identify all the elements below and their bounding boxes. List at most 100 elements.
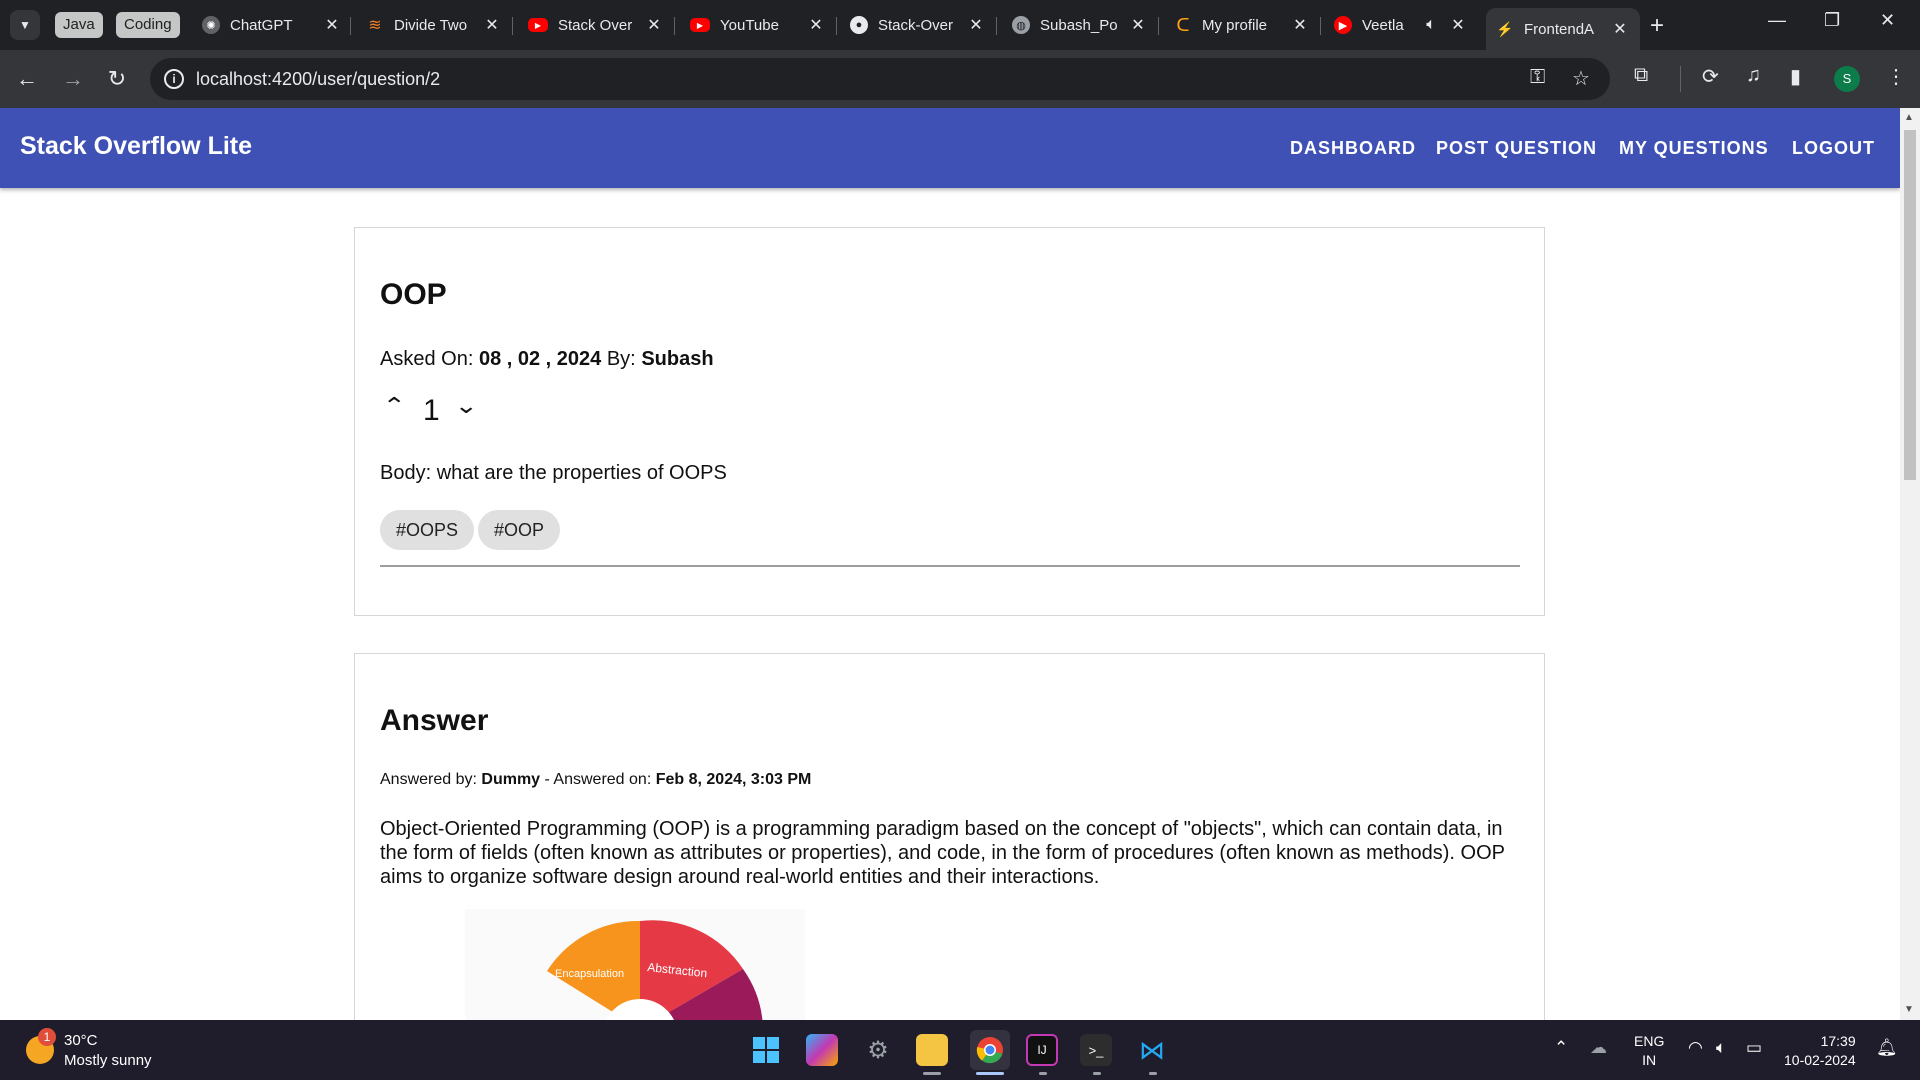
- close-tab-icon[interactable]: ✕: [644, 15, 664, 35]
- github-icon: ●: [850, 16, 868, 34]
- tab-title: Divide Two: [394, 16, 468, 34]
- tab-search-chevron-icon[interactable]: ▼: [10, 10, 40, 40]
- tab-divide-two[interactable]: ≋ Divide Two ✕: [366, 8, 502, 42]
- leetcode-icon: ᑕ: [1176, 14, 1190, 35]
- app-running-indicator: [1039, 1072, 1047, 1075]
- site-info-icon[interactable]: i: [164, 69, 184, 89]
- page-scrollbar[interactable]: ▲ ▼: [1900, 108, 1920, 1020]
- tab-separator: [1158, 17, 1159, 35]
- onedrive-icon[interactable]: ☁: [1590, 1038, 1607, 1058]
- profile-avatar[interactable]: S: [1834, 66, 1860, 92]
- region-code: IN: [1642, 1052, 1657, 1068]
- tab-chatgpt[interactable]: ✺ ChatGPT ✕: [202, 8, 342, 42]
- tab-title: YouTube: [720, 16, 779, 34]
- downvote-chevron-icon[interactable]: ⌄: [454, 393, 478, 419]
- address-bar[interactable]: i localhost:4200/user/question/2 ⚿ ☆: [150, 58, 1610, 100]
- close-tab-icon[interactable]: ✕: [482, 15, 502, 35]
- question-divider: [380, 565, 1520, 567]
- answer-body: Object-Oriented Programming (OOP) is a p…: [380, 818, 1505, 888]
- language-indicator[interactable]: ENG IN: [1634, 1032, 1664, 1070]
- scroll-up-icon[interactable]: ▲: [1904, 112, 1914, 123]
- tab-stack-over-github[interactable]: ● Stack-Over ✕: [850, 8, 986, 42]
- tab-my-profile[interactable]: ᑕ My profile ✕: [1174, 8, 1310, 42]
- clock[interactable]: 17:39 10-02-2024: [1784, 1032, 1856, 1070]
- tab-title: FrontendA: [1524, 20, 1595, 38]
- media-controls-icon[interactable]: ♫: [1746, 64, 1761, 87]
- terminal-icon[interactable]: >_: [1080, 1034, 1112, 1066]
- close-tab-icon[interactable]: ✕: [966, 15, 986, 35]
- intellij-icon[interactable]: IJ: [1026, 1034, 1058, 1066]
- tab-separator: [674, 17, 675, 35]
- chatgpt-icon: ✺: [202, 16, 220, 34]
- tab-title: Stack-Over: [878, 16, 954, 34]
- kebab-menu-icon[interactable]: ⋮: [1886, 64, 1906, 89]
- oop-wheel-graphic: Encapsulation Abstraction: [547, 920, 763, 1020]
- app-running-indicator: [1149, 1072, 1157, 1075]
- answer-heading: Answer: [380, 704, 489, 737]
- extensions-puzzle-icon[interactable]: ⧉: [1634, 64, 1648, 87]
- close-window-icon[interactable]: ✕: [1880, 10, 1895, 31]
- close-tab-icon[interactable]: ✕: [1290, 15, 1310, 35]
- close-tab-icon[interactable]: ✕: [1610, 19, 1630, 39]
- copilot-icon[interactable]: [806, 1034, 838, 1066]
- bookmark-star-icon[interactable]: ☆: [1572, 66, 1590, 91]
- asked-on-date: 08 , 02 , 2024: [478, 348, 602, 370]
- question-meta: Asked On: 08 , 02 , 2024 By: Subash: [380, 348, 714, 371]
- weather-temperature[interactable]: 30°C: [64, 1032, 98, 1049]
- language-code: ENG: [1634, 1033, 1665, 1049]
- app-brand[interactable]: Stack Overflow Lite: [20, 132, 252, 161]
- close-tab-icon[interactable]: ✕: [806, 15, 826, 35]
- scroll-thumb[interactable]: [1904, 130, 1916, 480]
- weather-condition[interactable]: Mostly sunny: [64, 1052, 152, 1069]
- password-key-icon[interactable]: ⚿: [1530, 66, 1545, 89]
- upvote-chevron-icon[interactable]: ⌃: [382, 393, 406, 419]
- close-tab-icon[interactable]: ✕: [322, 15, 342, 35]
- page-viewport: Stack Overflow Lite DASHBOARD POST QUEST…: [0, 108, 1920, 1020]
- youtube-icon: ▶: [528, 18, 548, 32]
- nav-dashboard[interactable]: DASHBOARD: [1290, 138, 1416, 159]
- chrome-logo: [976, 1037, 1003, 1064]
- chrome-icon[interactable]: [970, 1030, 1010, 1070]
- restore-icon[interactable]: ❐: [1824, 10, 1840, 31]
- forward-arrow-icon[interactable]: →: [58, 64, 88, 94]
- volume-icon[interactable]: 🔈︎: [1716, 1038, 1726, 1058]
- side-panel-icon[interactable]: ▮: [1790, 64, 1801, 89]
- tab-veetla[interactable]: ▶ Veetla 🔈︎ ✕: [1334, 8, 1468, 42]
- notification-bell-icon[interactable]: 🔔︎: [1876, 1038, 1898, 1058]
- close-tab-icon[interactable]: ✕: [1128, 15, 1148, 35]
- nav-my-questions[interactable]: MY QUESTIONS: [1619, 138, 1769, 159]
- tag-chip[interactable]: #OOP: [478, 510, 561, 550]
- toolbar-separator: [1680, 66, 1681, 92]
- nav-post-question[interactable]: POST QUESTION: [1436, 138, 1597, 159]
- speaker-icon[interactable]: 🔈︎: [1420, 16, 1442, 34]
- app-running-indicator: [1093, 1072, 1101, 1075]
- vscode-icon[interactable]: ⋈: [1136, 1034, 1168, 1066]
- scroll-down-icon[interactable]: ▼: [1904, 1004, 1914, 1015]
- tab-group-coding[interactable]: Coding: [116, 12, 180, 38]
- windows-taskbar: 1 30°C Mostly sunny ⚙ IJ >_ ⋈ ⌃ ☁ ENG IN…: [0, 1020, 1920, 1080]
- back-arrow-icon[interactable]: ←: [12, 64, 42, 94]
- nav-logout[interactable]: LOGOUT: [1792, 138, 1875, 159]
- weather-badge: 1: [38, 1028, 56, 1046]
- new-tab-plus-icon[interactable]: +: [1650, 12, 1664, 40]
- tab-stack-over[interactable]: ▶ Stack Over ✕: [528, 8, 664, 42]
- address-url[interactable]: localhost:4200/user/question/2: [196, 69, 440, 90]
- wifi-icon[interactable]: ◠: [1688, 1038, 1703, 1058]
- tab-group-java[interactable]: Java: [55, 12, 103, 38]
- tab-subash-portfolio[interactable]: ◍ Subash_Po ✕: [1012, 8, 1148, 42]
- minimize-icon[interactable]: —: [1768, 10, 1786, 31]
- windows-start-icon[interactable]: [750, 1034, 782, 1066]
- question-body: Body: what are the properties of OOPS: [380, 462, 727, 484]
- tab-youtube[interactable]: ▶ YouTube ✕: [690, 8, 826, 42]
- tag-chip[interactable]: #OOPS: [380, 510, 475, 550]
- by-label: By:: [606, 348, 636, 370]
- close-tab-icon[interactable]: ✕: [1448, 15, 1468, 35]
- tab-title: Stack Over: [558, 16, 633, 34]
- tray-chevron-up-icon[interactable]: ⌃: [1554, 1038, 1568, 1058]
- battery-icon[interactable]: ▭: [1746, 1038, 1762, 1058]
- file-explorer-folder-icon[interactable]: [916, 1034, 948, 1066]
- reload-icon[interactable]: ↻: [102, 64, 132, 94]
- performance-icon[interactable]: ⟳: [1702, 64, 1719, 89]
- tab-frontend-active[interactable]: ⚡ FrontendA ✕: [1486, 8, 1640, 50]
- settings-gear-icon[interactable]: ⚙: [862, 1034, 894, 1066]
